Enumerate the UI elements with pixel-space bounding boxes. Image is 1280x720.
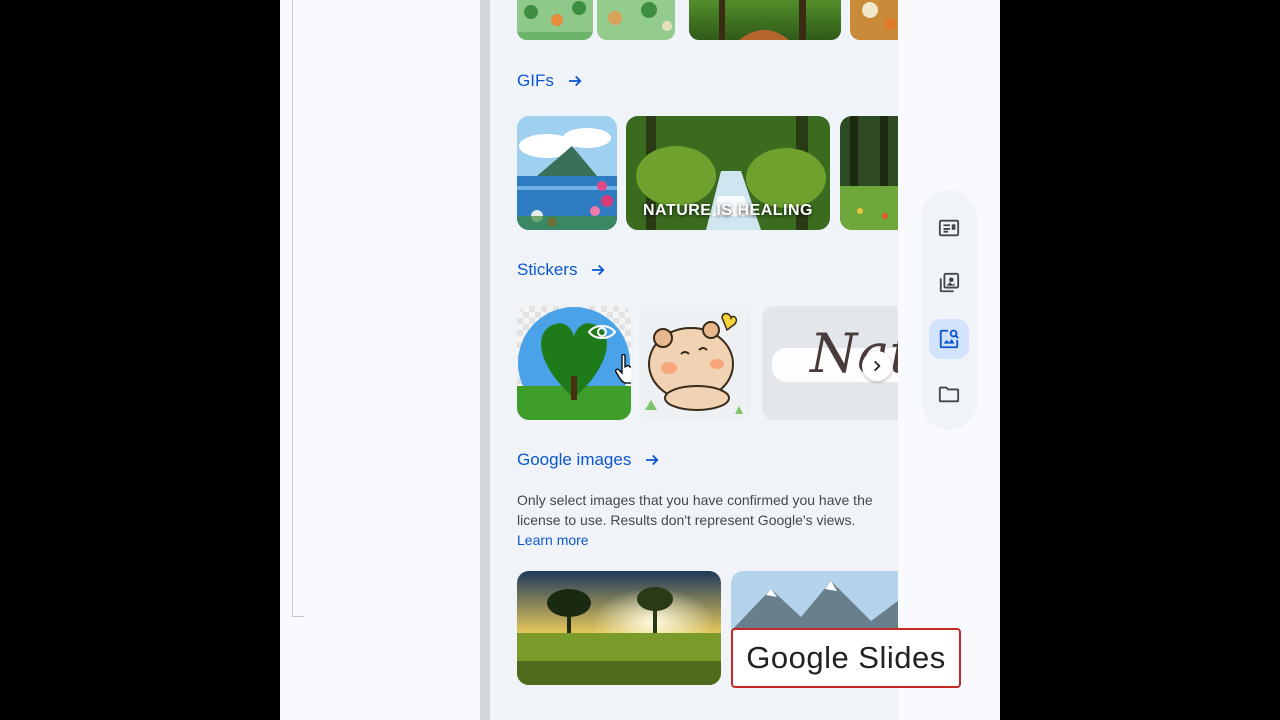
sunset-tree-image — [517, 571, 721, 685]
video-caption-overlay: Google Slides — [731, 628, 961, 688]
sticker-result-2[interactable] — [639, 306, 751, 420]
arrow-right-icon — [646, 454, 659, 466]
image-result-top-2[interactable] — [597, 0, 675, 40]
license-notice-text: Only select images that you have confirm… — [517, 492, 873, 528]
google-images-section-link[interactable]: Google images — [517, 450, 661, 470]
rail-button-images[interactable] — [929, 263, 969, 303]
image-result-top-3[interactable] — [689, 0, 841, 40]
sticker-result-1[interactable] — [517, 306, 631, 420]
image-stack-icon — [939, 272, 960, 293]
gifs-section-link[interactable]: GIFs — [517, 71, 584, 91]
stickers-next-button[interactable] — [862, 351, 892, 381]
license-notice: Only select images that you have confirm… — [517, 490, 887, 550]
cartoon-bear-sticker — [645, 312, 743, 414]
google-images-label: Google images — [517, 450, 632, 469]
gifs-label: GIFs — [517, 71, 554, 90]
image-search-panel: GIFs NATURE IS HEALING Stickers N Google… — [490, 0, 898, 720]
rail-button-image-search[interactable] — [929, 319, 969, 359]
forest-meadow-image — [840, 116, 898, 230]
image-result-top-1[interactable] — [517, 0, 593, 40]
image-result-top-4[interactable] — [850, 0, 898, 40]
lake-mountain-image — [517, 116, 617, 230]
caption-text: Google Slides — [746, 640, 946, 675]
forest-path-image — [689, 0, 841, 40]
gif-overlay-text: NATURE IS HEALING — [643, 202, 813, 219]
google-image-result-1[interactable] — [517, 571, 721, 685]
gif-result-2[interactable]: NATURE IS HEALING — [626, 116, 830, 230]
stickers-label: Stickers — [517, 260, 578, 279]
slide-canvas-area — [280, 0, 480, 720]
hand-cursor-icon — [615, 354, 631, 384]
slide-page-edge — [292, 0, 304, 617]
gif-result-3[interactable] — [840, 116, 898, 230]
arrow-right-icon — [568, 75, 582, 87]
folder-icon — [938, 386, 960, 403]
flowers-image — [850, 0, 898, 40]
side-panel-rail — [921, 190, 977, 430]
arrow-right-icon — [592, 264, 605, 276]
eye-preview-icon[interactable] — [587, 322, 617, 342]
chevron-right-icon — [874, 360, 881, 372]
learn-more-link[interactable]: Learn more — [517, 532, 589, 548]
rail-button-folder[interactable] — [929, 374, 969, 414]
panel-divider[interactable] — [480, 0, 490, 720]
rail-button-layout[interactable] — [929, 208, 969, 248]
text-layout-icon — [938, 219, 960, 237]
stickers-section-link[interactable]: Stickers — [517, 260, 607, 280]
pattern-image — [517, 0, 593, 40]
gif-result-1[interactable] — [517, 116, 617, 230]
slides-app: GIFs NATURE IS HEALING Stickers N Google… — [280, 0, 1000, 720]
pattern-image — [597, 0, 675, 40]
image-search-icon — [939, 329, 959, 349]
